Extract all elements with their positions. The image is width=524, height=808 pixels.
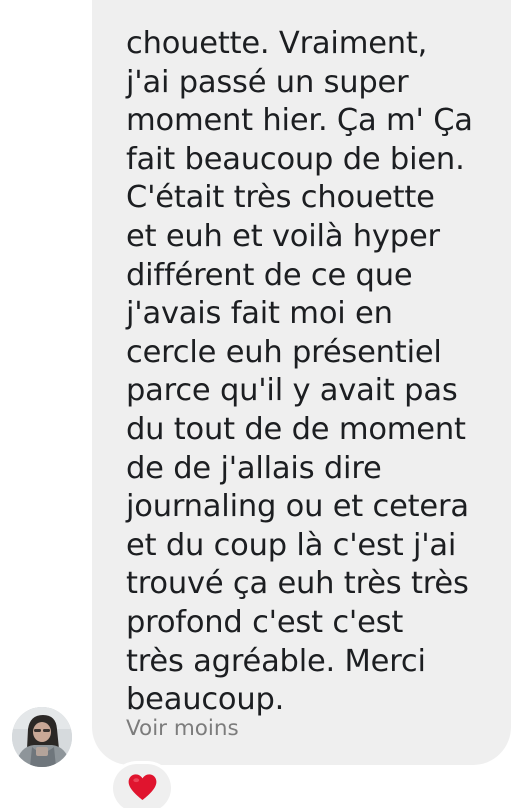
message-line: C'était très chouette bbox=[126, 180, 435, 216]
message-thread: … chouette. Vraiment, j'ai passé un supe… bbox=[0, 0, 524, 808]
message-line: très agréable. Merci bbox=[126, 643, 426, 679]
message-line: cercle euh présentiel bbox=[126, 334, 442, 370]
message-line: de de j'allais dire bbox=[126, 450, 382, 486]
message-line: profond c'est c'est bbox=[126, 604, 404, 640]
message-line-cut-off: … bbox=[126, 0, 157, 10]
message-line: moment hier. Ça m' Ça bbox=[126, 103, 473, 139]
message-line: du tout de de moment bbox=[126, 411, 466, 447]
message-line: différent de ce que bbox=[126, 257, 413, 293]
message-line: j'ai passé un super bbox=[126, 64, 409, 100]
see-less-link[interactable]: Voir moins bbox=[126, 716, 239, 742]
message-line: chouette. Vraiment, bbox=[126, 26, 428, 61]
message-text: chouette. Vraiment, j'ai passé un super … bbox=[126, 25, 506, 720]
user-avatar-icon bbox=[12, 707, 72, 767]
message-line: parce qu'il y avait pas bbox=[126, 373, 458, 409]
reaction-badge[interactable] bbox=[113, 764, 171, 808]
message-line: j'avais fait moi en bbox=[126, 296, 393, 332]
message-line: beaucoup. bbox=[126, 682, 285, 718]
message-line: trouvé ça euh très très bbox=[126, 566, 469, 602]
message-line: fait beaucoup de bien. bbox=[126, 141, 465, 177]
red-heart-icon bbox=[128, 774, 157, 801]
message-line: et euh et voilà hyper bbox=[126, 218, 440, 254]
message-line: et du coup là c'est j'ai bbox=[126, 527, 457, 563]
message-line: journaling ou et cetera bbox=[126, 489, 469, 525]
sender-avatar[interactable] bbox=[12, 707, 72, 767]
